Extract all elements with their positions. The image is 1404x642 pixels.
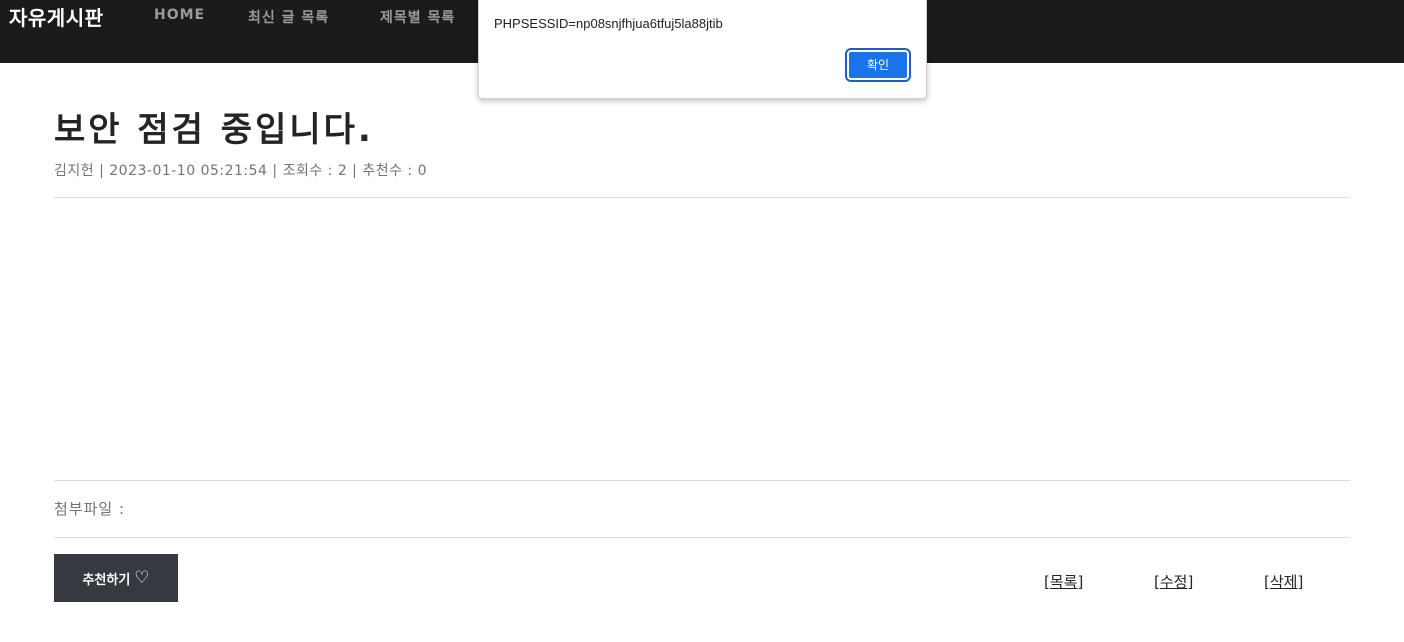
list-link-label: 목록 [1049,573,1078,591]
nav-latest-posts-link[interactable]: 최신 글 목록 [248,7,329,27]
site-brand[interactable]: 자유게시판 [9,2,104,31]
edit-link-label: 수정 [1159,573,1188,591]
nav-by-title-link[interactable]: 제목별 목록 [380,7,455,27]
post-title: 보안 점검 중입니다. [54,110,374,150]
alert-message: PHPSESSID=np08snjfhjua6tfuj5la88jtib [494,16,723,31]
recommend-button-label: 추천하기 [82,572,131,588]
edit-link[interactable]: [수정] [1154,571,1193,592]
bracket: ] [1297,573,1304,591]
attachment-label: 첨부파일 : [54,500,126,518]
recommend-button[interactable]: 추천하기 ♡ [54,554,178,602]
delete-link-label: 삭제 [1269,573,1298,591]
bracket: ] [1187,573,1194,591]
alert-ok-button[interactable]: 확인 [847,50,909,80]
bracket: ] [1077,573,1084,591]
heart-icon: ♡ [134,567,150,588]
list-link[interactable]: [목록] [1044,571,1083,592]
post-meta: 김지헌 | 2023-01-10 05:21:54 | 조회수 : 2 | 추천… [54,163,428,179]
nav-home-link[interactable]: HOME [154,7,205,23]
alert-dialog: PHPSESSID=np08snjfhjua6tfuj5la88jtib 확인 [478,0,927,99]
delete-link[interactable]: [삭제] [1264,571,1303,592]
divider [54,480,1350,481]
divider [54,197,1350,198]
divider [54,537,1350,538]
